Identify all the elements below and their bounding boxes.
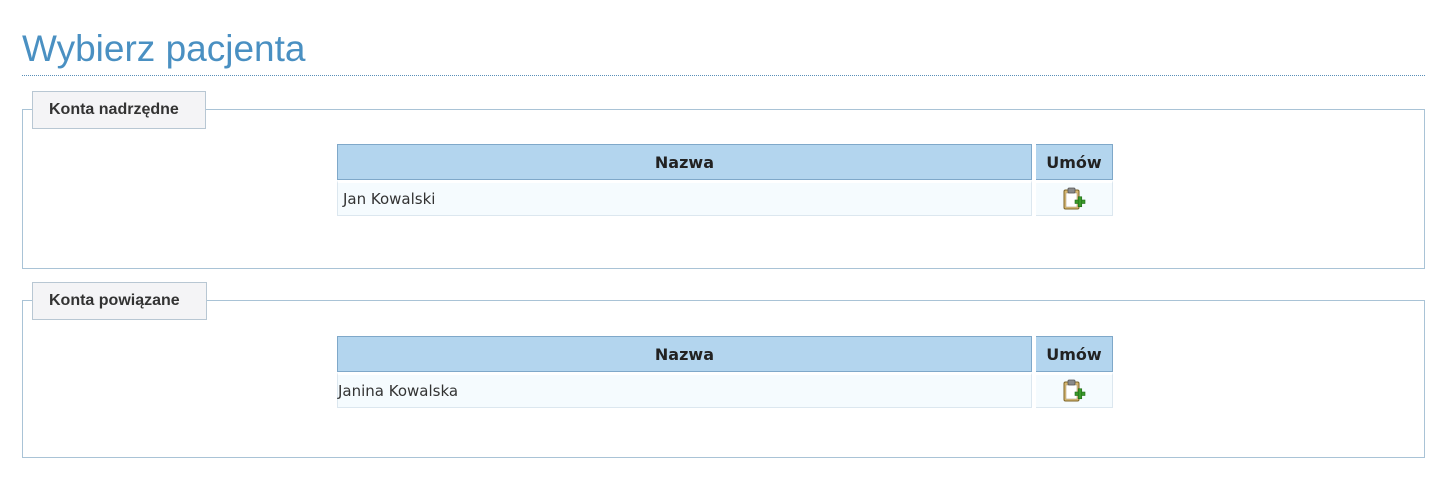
table-header-row: Nazwa Umów: [337, 144, 1113, 180]
patient-name-cell: Jan Kowalski: [337, 180, 1032, 216]
clipboard-add-icon[interactable]: [1062, 378, 1086, 404]
parent-accounts-table: Nazwa Umów Jan Kowalski: [337, 144, 1113, 216]
column-header-name: Nazwa: [337, 336, 1032, 372]
patient-name-cell: Janina Kowalska: [337, 372, 1032, 408]
table-row: Janina Kowalska: [337, 372, 1113, 408]
column-header-name: Nazwa: [337, 144, 1032, 180]
section-legend: Konta nadrzędne: [32, 91, 206, 129]
page-title: Wybierz pacjenta: [22, 28, 306, 69]
column-header-book: Umów: [1035, 336, 1113, 372]
column-header-book: Umów: [1035, 144, 1113, 180]
parent-accounts-section: Konta nadrzędne Nazwa Umów Jan Kowalski: [22, 91, 1425, 269]
linked-accounts-table: Nazwa Umów Janina Kowalska: [337, 336, 1113, 408]
table-row: Jan Kowalski: [337, 180, 1113, 216]
book-action-cell: [1035, 372, 1113, 408]
linked-accounts-section: Konta powiązane Nazwa Umów Janina Kowals…: [22, 282, 1425, 458]
clipboard-add-icon[interactable]: [1062, 186, 1086, 212]
table-header-row: Nazwa Umów: [337, 336, 1113, 372]
section-legend: Konta powiązane: [32, 282, 207, 320]
title-divider: [22, 75, 1425, 76]
book-action-cell: [1035, 180, 1113, 216]
